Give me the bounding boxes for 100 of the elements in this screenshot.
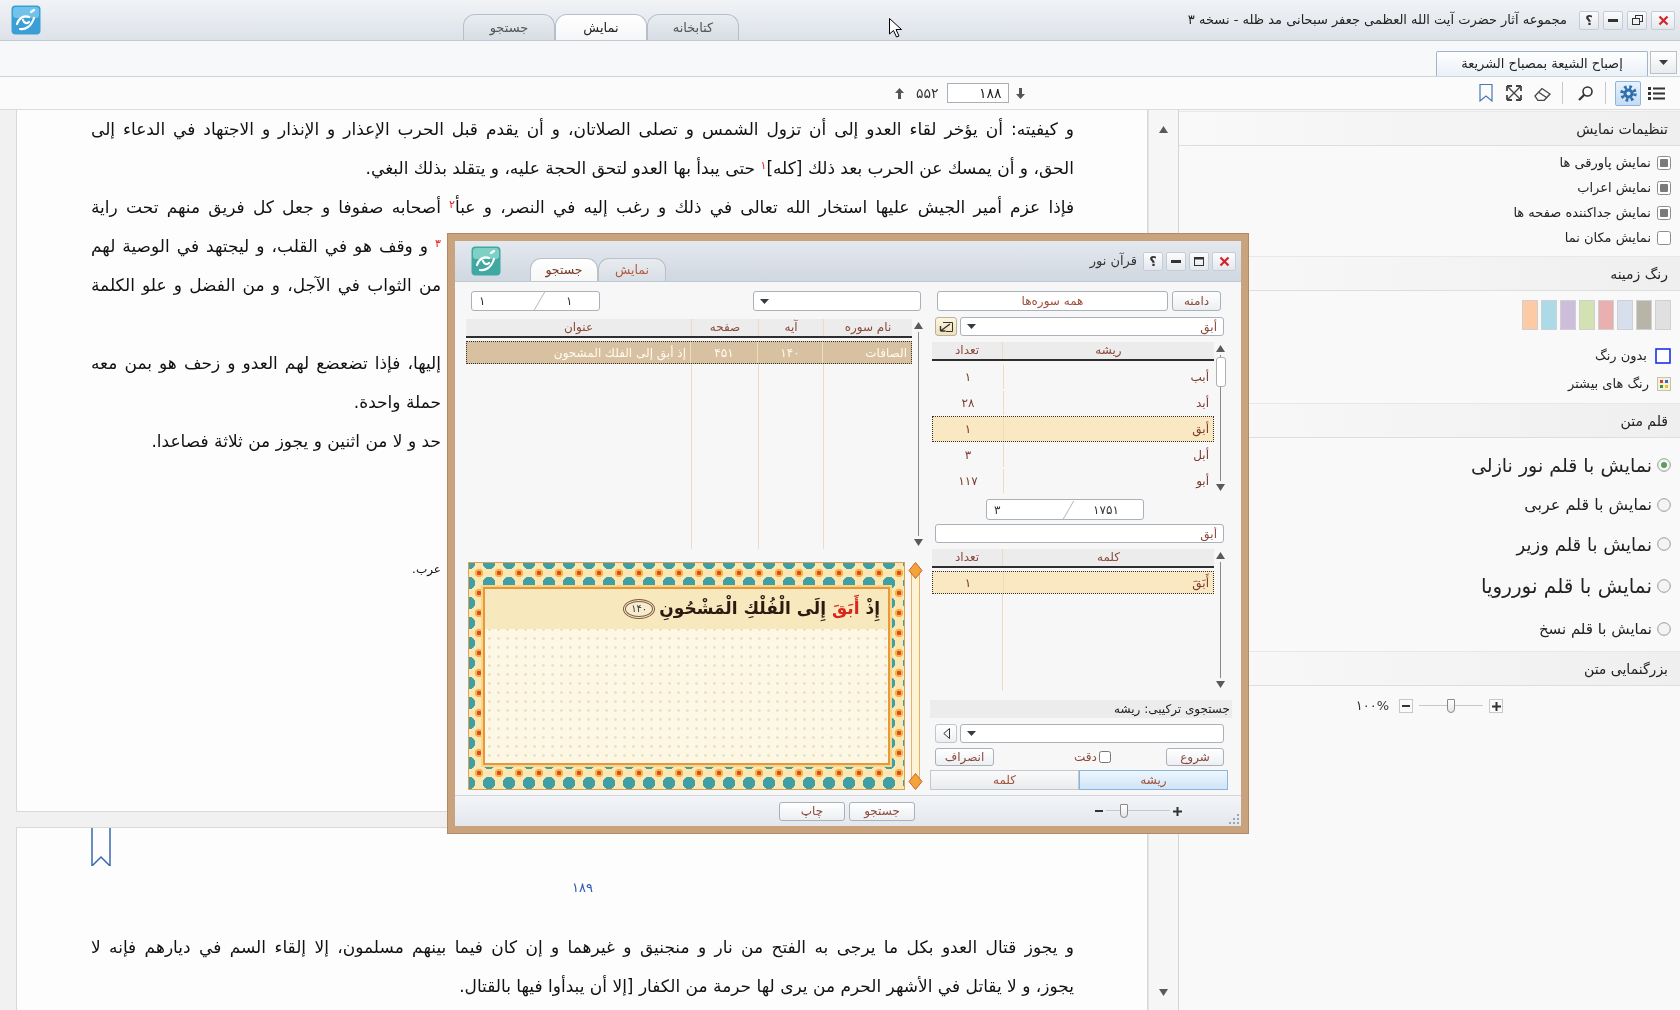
minimize-button[interactable] [1603,10,1623,30]
text-line: و كيفيته: أن يؤخر لقاء العدو إلى أن تزول الشمس و تصلى الصلاتان، و أن يقدم قبل الحرب الإعذار و الإنذار و الاجتهاد في الدعاء إلى [91,117,1074,142]
checkbox[interactable] [1657,230,1671,245]
color-swatch[interactable] [1579,300,1595,330]
table-cell-text: ۱ [963,369,973,386]
checkbox-label[interactable]: نمایش جداکننده صفحه ها [1513,202,1651,223]
column-header[interactable]: تعداد [932,342,1002,359]
scroll-up-icon[interactable] [1159,126,1168,133]
slider-thumb[interactable] [1447,699,1456,713]
pager-field[interactable]: ۳ ۱۷۵۱ [986,499,1144,520]
pager-value: ۳ [994,501,1001,519]
checkbox-label[interactable]: نمایش مکان نما [1564,227,1651,248]
combined-search-field[interactable] [960,724,1224,743]
radio-label[interactable]: نمایش با قلم نسخ [1538,617,1652,641]
back-button[interactable] [935,724,957,743]
column-header[interactable]: تعداد [932,549,1002,566]
page-number-field[interactable]: ۱۸۸ [946,83,1009,103]
empty-square-icon[interactable] [1655,348,1671,364]
radio-button[interactable] [1657,622,1671,636]
radio-button[interactable] [1657,578,1671,593]
help-button[interactable]: ؟ [1143,251,1163,271]
scroll-up-icon[interactable] [1216,345,1225,352]
zoom-in-button[interactable] [1489,699,1504,713]
option-label[interactable]: رنگ های بیشتر [1567,374,1649,394]
bookmark-icon[interactable] [91,828,111,866]
insert-button[interactable] [935,317,957,336]
palette-icon[interactable] [1657,377,1671,391]
table-cell: أبو [1003,469,1213,493]
checkbox-label[interactable]: نمایش پاورقی ها [1559,152,1651,173]
option-label[interactable]: بدون رنگ [1595,346,1647,366]
restore-button[interactable] [1627,10,1647,30]
color-swatch[interactable] [1655,300,1671,330]
radio-button[interactable] [1657,537,1671,551]
close-button[interactable] [1651,10,1675,30]
scroll-down-icon[interactable] [1216,484,1225,491]
root-search-field[interactable]: أبق [960,317,1224,336]
radio-label[interactable]: نمایش با قلم عربی [1524,493,1652,517]
dialog-tab[interactable]: نمایش [598,258,666,281]
column-header[interactable]: کلمه [1002,549,1214,566]
color-swatch[interactable] [1560,300,1576,330]
minimize-button[interactable] [1166,251,1186,271]
pager-field[interactable]: ۱ ۱ [471,291,600,311]
dialog-tab[interactable]: جستجو [530,258,598,281]
print-button[interactable]: چاپ [779,801,845,821]
scroll-down-icon[interactable] [1216,681,1225,688]
maximize-button[interactable] [1189,251,1209,271]
search-button[interactable]: جستجو [849,801,915,821]
start-button[interactable]: شروع [1166,748,1224,766]
table-row[interactable]: أبو ۱۱۷ [932,468,1214,494]
tab-list-button[interactable] [1650,51,1677,74]
cancel-button[interactable]: انصراف [935,748,994,766]
main-tab[interactable]: جستجو [463,14,555,40]
column-header[interactable]: آیه [758,319,823,336]
checkbox[interactable] [1098,751,1111,763]
mode-tab[interactable]: کلمه [930,770,1079,790]
section-header: تنظیمات نمایش [1179,111,1680,146]
help-button[interactable]: ؟ [1579,10,1599,30]
scope-button[interactable]: دامنه [1172,291,1221,311]
table-row[interactable]: أبق ۱ [932,416,1214,442]
radio-button[interactable] [1657,498,1671,512]
color-swatch[interactable] [1541,300,1557,330]
color-swatch[interactable] [1636,300,1652,330]
slider-thumb[interactable] [1120,804,1128,818]
radio-label[interactable]: نمایش با قلم نوررویا [1480,570,1652,601]
checkbox-label[interactable]: دقت [1074,748,1097,766]
settings-button[interactable] [1615,80,1641,106]
plus-icon[interactable] [1173,806,1182,816]
table-row[interactable]: أَبَقَ ۱ [932,571,1214,594]
scroll-down-icon[interactable] [1159,989,1168,996]
scroll-up-icon[interactable] [1216,552,1225,559]
checkbox[interactable] [1657,180,1671,195]
radio-button[interactable] [1657,458,1671,472]
column-header[interactable]: عنوان [466,319,691,336]
table-row[interactable]: أبل ۳ [932,442,1214,468]
scroll-up-icon[interactable] [914,322,923,329]
column-header[interactable]: ریشه [1002,342,1214,359]
close-button[interactable] [1212,251,1236,271]
resize-grip-icon[interactable] [1229,814,1239,824]
table-row[interactable]: أبب ۱ [932,364,1214,390]
color-swatch[interactable] [1522,300,1538,330]
color-swatch[interactable] [1617,300,1633,330]
column-header[interactable]: صفحه [691,319,758,336]
document-tab[interactable]: إصباح الشيعة بمصباح الشريعة [1436,51,1648,76]
color-swatch[interactable] [1598,300,1614,330]
main-tab[interactable]: کتابخانه [647,14,739,40]
radio-label[interactable]: نمایش با قلم وزیر [1516,530,1652,558]
dropdown-field[interactable] [753,291,921,311]
checkbox[interactable] [1657,155,1671,170]
checkbox-label[interactable]: نمایش اعراب [1577,177,1651,198]
ornamental-scrollbar[interactable] [908,562,923,790]
radio-label[interactable]: نمایش با قلم نور نازلی [1471,450,1652,480]
main-tab[interactable]: نمایش [555,14,647,40]
checkbox[interactable] [1657,205,1671,220]
mode-tab[interactable]: ریشه [1079,770,1228,790]
zoom-percentage: ۱۰۰% [1355,697,1390,716]
scroll-down-icon[interactable] [914,539,923,546]
column-header[interactable]: نام سوره [823,319,912,336]
zoom-out-button[interactable] [1399,699,1414,713]
scope-field[interactable]: همه سوره‌ها [937,291,1168,311]
scrollbar-thumb[interactable] [1215,357,1226,387]
